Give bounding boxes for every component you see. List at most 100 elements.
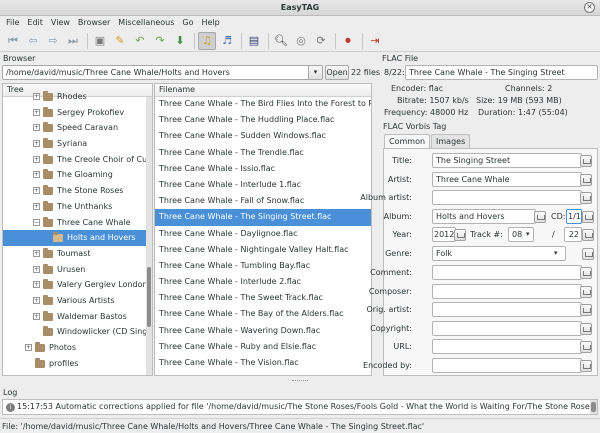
tree-item[interactable]: + Syriana [3,136,152,152]
last-file-icon[interactable]: ⏭ [64,32,82,50]
apply-composer-icon[interactable] [580,285,592,298]
file-row[interactable]: Three Cane Whale - Wavering Down.flac [155,323,371,339]
view-mode-icon[interactable]: ♫ [198,31,216,50]
log-scrollbar-thumb[interactable] [591,402,596,412]
record-icon[interactable]: ⏺ [339,32,357,50]
expand-icon[interactable]: + [33,281,40,289]
tree-item[interactable]: + The Creole Choir of Cuba [3,152,152,168]
file-row[interactable]: Three Cane Whale - Sudden Windows.flac [155,128,371,144]
file-row[interactable]: Three Cane Whale - Ruby and Elsie.flac [155,339,371,355]
menu-edit[interactable]: Edit [23,16,47,30]
tree-item[interactable]: − Three Cane Whale [3,215,152,231]
tree-item[interactable]: + The Gloaming [3,167,152,183]
expand-icon[interactable]: + [33,312,40,320]
file-row[interactable]: Three Cane Whale - Tumbling Bay.flac [155,258,371,274]
redo-icon[interactable]: ↷ [151,32,169,50]
menu-file[interactable]: File [2,16,23,30]
expand-icon[interactable]: + [33,171,40,179]
comment-field[interactable] [432,265,582,280]
apply-encoded-by-icon[interactable] [580,359,592,372]
tree-item[interactable]: + Photos [3,340,152,356]
tree-item[interactable]: + The Stone Roses [3,183,152,199]
file-row[interactable]: Three Cane Whale - The Trendle.flac [155,145,371,161]
apply-track-icon[interactable] [582,229,594,241]
next-file-icon[interactable]: ⇨ [44,32,62,50]
open-button[interactable]: Open [325,65,349,80]
apply-album-icon[interactable] [534,210,546,223]
playlist-icon[interactable]: ▤ [245,32,263,50]
expand-icon[interactable]: + [25,344,32,351]
genre-dropdown-icon[interactable]: ▾ [554,246,558,261]
file-row[interactable]: Three Cane Whale - Nightingale Valley Ha… [155,242,371,258]
cddb-icon[interactable]: ◎ [292,32,310,50]
file-row[interactable]: Three Cane Whale - Interlude 2.flac [155,274,371,290]
file-row[interactable]: Three Cane Whale - The Bird Flies Into t… [155,96,371,112]
tree-item[interactable]: + Toumast [3,246,152,262]
first-file-icon[interactable]: ⏮ [4,32,22,50]
expand-icon[interactable]: + [33,93,40,100]
menu-go[interactable]: Go [178,16,197,30]
chevron-down-icon[interactable]: ▾ [308,65,323,80]
apply-url-icon[interactable] [580,341,592,353]
file-row[interactable]: Three Cane Whale - Issio.flac [155,161,371,177]
apply-artist-icon[interactable] [580,173,592,186]
track-field[interactable]: 08 [508,227,534,242]
apply-cd-icon[interactable] [582,210,594,223]
copyright-field[interactable] [432,320,582,336]
scan-icon[interactable]: ▣ [91,32,109,50]
cd-field[interactable]: 1/1 [566,208,582,224]
expand-icon[interactable]: + [33,155,40,163]
orig-artist-field[interactable] [432,302,582,317]
apply-orig-artist-icon[interactable] [580,304,592,316]
log-scrollbar[interactable] [590,400,597,414]
file-row[interactable]: Three Cane Whale - Interlude 1.flac [155,177,371,193]
refresh-icon[interactable]: ⟳ [312,32,330,50]
apply-copyright-icon[interactable] [580,322,592,335]
encoded-by-field[interactable] [432,357,582,373]
apply-year-icon[interactable] [454,229,466,241]
menu-browser[interactable]: Browser [74,16,114,30]
expand-icon[interactable]: + [33,265,40,273]
file-row[interactable]: Three Cane Whale - The Vision.flac [155,355,371,371]
tree-item[interactable]: + Various Artists [3,293,152,309]
expand-icon[interactable]: + [33,202,40,210]
menu-miscellaneous[interactable]: Miscellaneous [114,16,178,30]
tree-item[interactable]: + The Unthanks [3,199,152,215]
expand-icon[interactable]: + [33,108,40,116]
tab-images[interactable]: Images [431,134,471,148]
composer-field[interactable] [432,283,582,299]
quit-icon[interactable]: ⇥ [366,32,384,50]
album-field[interactable]: Holts and Hovers [432,208,536,224]
search-icon[interactable]: 🔍︎ [272,32,290,50]
expand-icon[interactable]: + [33,187,40,195]
apply-genre-icon[interactable] [582,248,594,260]
expand-icon[interactable]: + [33,140,40,148]
tree-item[interactable]: profiles [3,356,152,372]
tree-scrollbar-thumb[interactable] [147,267,151,327]
expand-icon[interactable]: + [33,124,40,132]
url-field[interactable] [432,339,582,354]
apply-album-artist-icon[interactable] [580,192,592,204]
file-row[interactable]: Three Cane Whale - Interlude 3.flac [155,371,371,375]
expand-icon[interactable]: + [33,249,40,257]
tree-item[interactable]: + Valery Gergiev London Symp [3,277,152,293]
file-row[interactable]: Three Cane Whale - The Singing Street.fl… [155,209,371,226]
tree-scrollbar[interactable] [146,97,152,375]
tree-item[interactable]: + Waldemar Bastos [3,309,152,325]
tree-item[interactable]: + Sergey Prokofiev [3,105,152,121]
tree-item[interactable]: + Speed Caravan [3,120,152,136]
menu-view[interactable]: View [47,16,74,30]
expand-icon[interactable]: + [33,296,40,304]
pane-grip[interactable] [292,380,308,383]
save-icon[interactable]: ⬇ [171,32,189,50]
track-total-field[interactable]: 22 [564,227,582,242]
year-field[interactable]: 2012 [432,227,456,242]
file-row[interactable]: Three Cane Whale - The Sweet Track.flac [155,290,371,306]
genre-field[interactable]: Folk [432,246,566,261]
artist-field[interactable]: Three Cane Whale [432,171,582,187]
track-dropdown-icon[interactable]: ▾ [526,227,530,242]
undo-icon[interactable]: ↶ [131,32,149,50]
tree-item[interactable]: Windowlicker (CD Single) [3,324,152,340]
path-input[interactable]: /home/david/music/Three Cane Whale/Holts… [2,65,322,80]
apply-comment-icon[interactable] [580,267,592,279]
